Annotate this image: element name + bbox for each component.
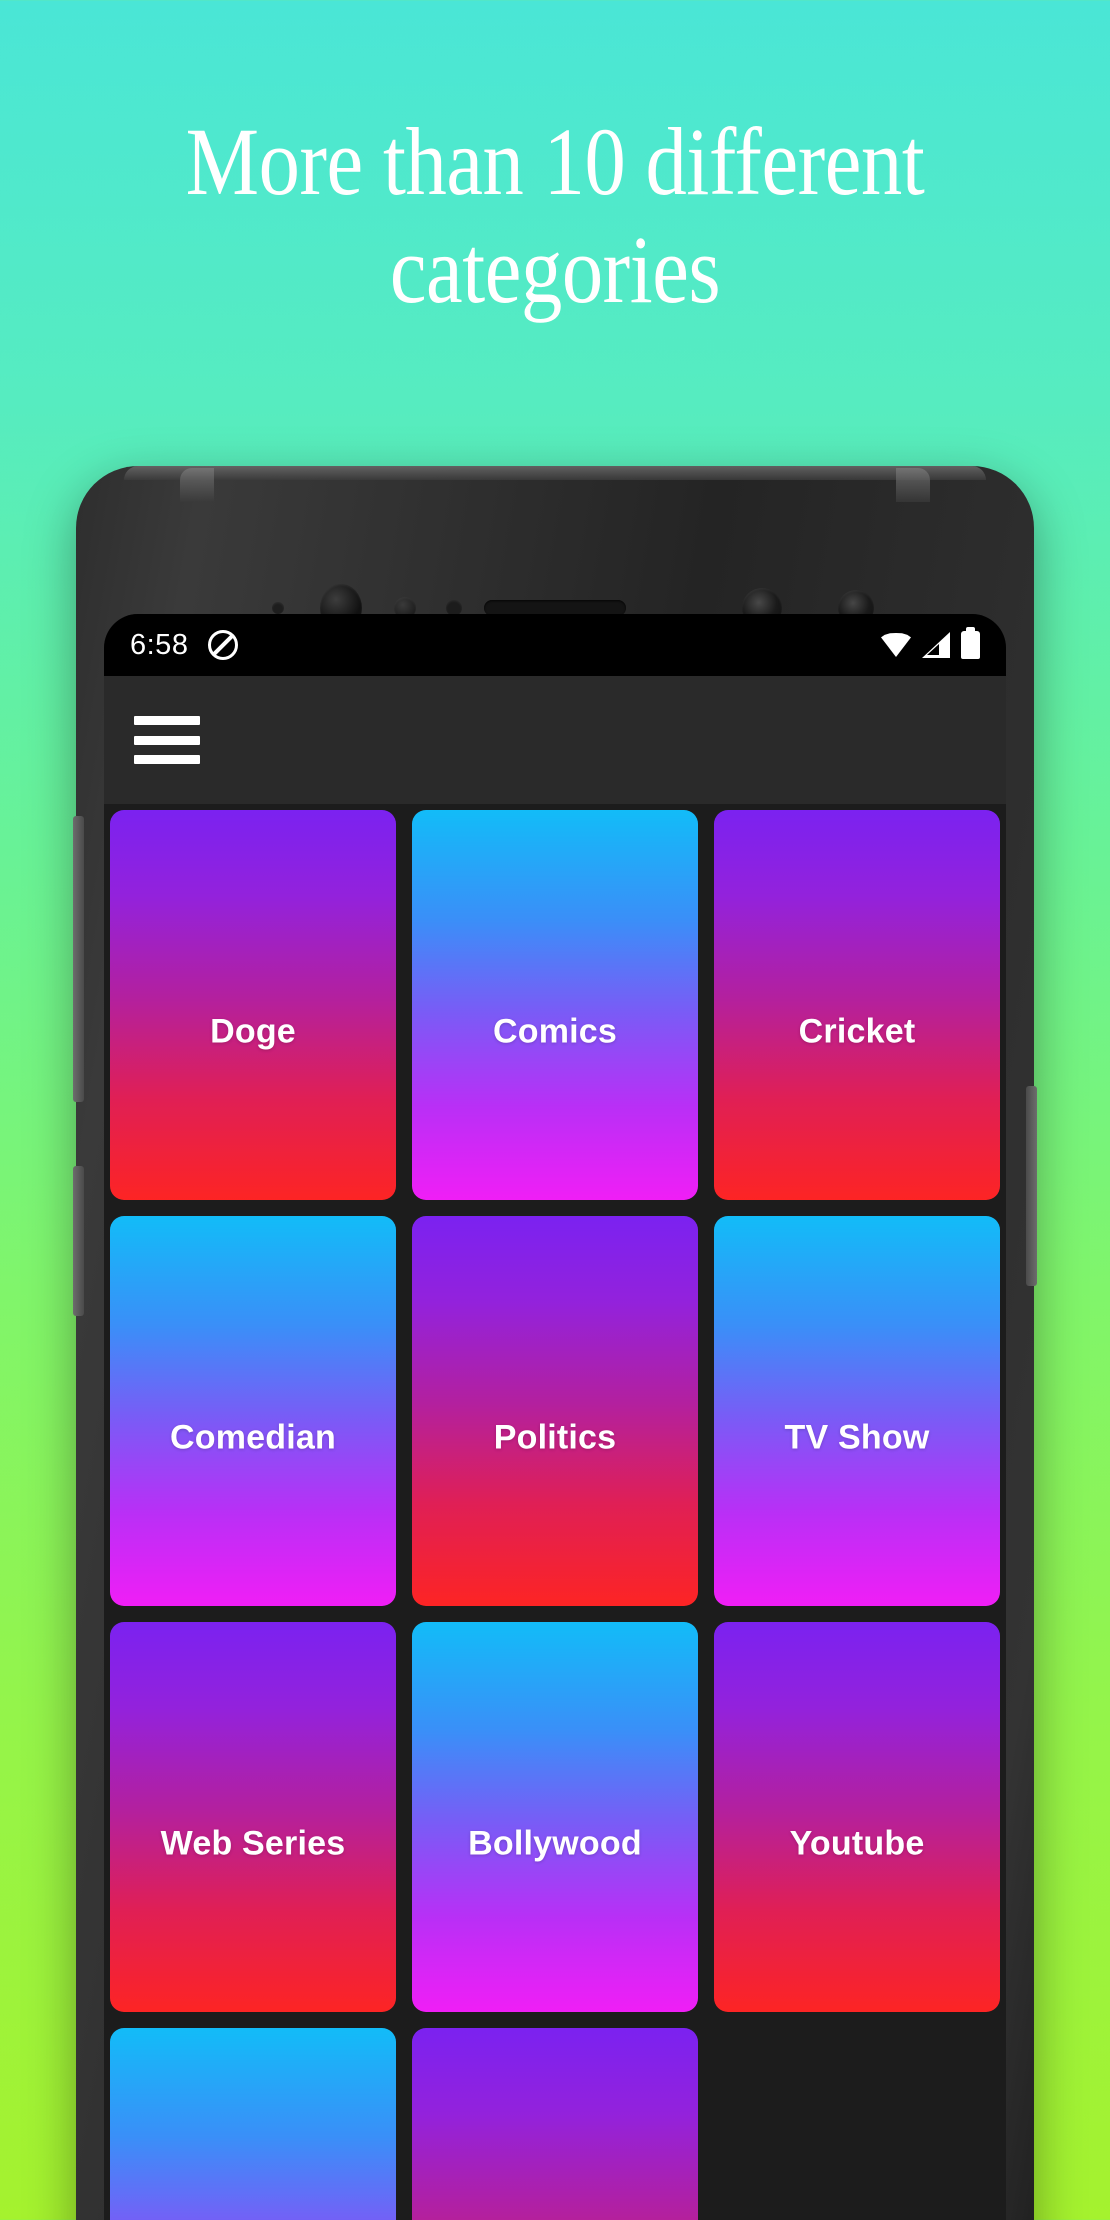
volume-rocker-button[interactable] — [73, 816, 84, 1102]
category-card-label: Cricket — [798, 1012, 916, 1051]
category-card-label: Doge — [210, 1012, 296, 1051]
signal-icon — [922, 632, 950, 658]
wifi-icon — [881, 633, 911, 657]
power-button[interactable] — [1026, 1086, 1037, 1286]
hamburger-menu-icon[interactable] — [134, 716, 200, 764]
status-clock: 6:58 — [130, 628, 189, 661]
category-card-label: Comics — [492, 1012, 618, 1051]
status-icon-group — [881, 627, 980, 659]
category-card[interactable]: Cricket — [714, 810, 1000, 1200]
promo-headline: More than 10 different categories — [185, 108, 925, 323]
category-card[interactable]: TV Show — [714, 1216, 1000, 1606]
category-card[interactable] — [412, 2028, 698, 2220]
category-card[interactable]: Comedian — [110, 1216, 396, 1606]
hamburger-bar — [134, 735, 200, 745]
phone-mockup: 6:58 Doge Comics Cricket Comedian Politics TV… — [73, 466, 1037, 2220]
do-not-disturb-icon — [208, 630, 239, 660]
category-card[interactable]: Youtube — [714, 1622, 1000, 2012]
category-card[interactable]: Doge — [110, 810, 396, 1200]
category-card-label: Bollywood — [468, 1824, 642, 1863]
hamburger-bar — [134, 716, 200, 725]
phone-top-rim — [124, 466, 986, 480]
category-card[interactable] — [110, 2028, 396, 2220]
category-grid: Doge Comics Cricket Comedian Politics TV Show… — [104, 804, 1006, 2220]
phone-screen: 6:58 Doge Comics Cricket Comedian Politics TV… — [104, 614, 1006, 2220]
category-card[interactable]: Bollywood — [412, 1622, 698, 2012]
category-card-label: Youtube — [789, 1824, 925, 1863]
category-card[interactable]: Comics — [412, 810, 698, 1200]
category-card-label: Politics — [493, 1418, 617, 1457]
category-card[interactable]: Politics — [412, 1216, 698, 1606]
status-bar: 6:58 — [104, 614, 1006, 676]
category-card[interactable]: Web Series — [110, 1622, 396, 2012]
proximity-sensor-icon — [272, 602, 284, 614]
category-card-label: TV Show — [784, 1418, 930, 1457]
phone-corner-right — [896, 468, 930, 502]
category-card-label: Comedian — [170, 1418, 336, 1457]
category-card-label: Web Series — [160, 1824, 346, 1863]
hamburger-bar — [134, 755, 200, 764]
battery-icon — [961, 627, 980, 659]
app-toolbar — [104, 676, 1006, 804]
bixby-button[interactable] — [73, 1166, 84, 1316]
phone-corner-left — [180, 468, 214, 502]
